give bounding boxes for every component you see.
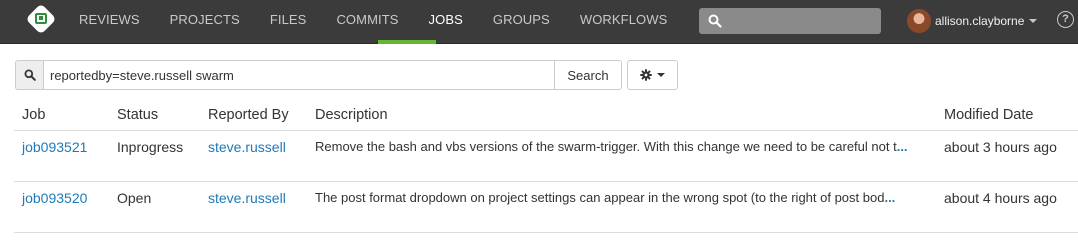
chevron-down-icon: [657, 73, 665, 77]
header-modified-date[interactable]: Modified Date: [936, 100, 1078, 131]
nav-item-projects[interactable]: PROJECTS: [155, 0, 255, 40]
header-job[interactable]: Job: [14, 100, 109, 131]
top-nav: REVIEWS PROJECTS FILES COMMITS JOBS GROU…: [0, 0, 1078, 44]
nav-item-files[interactable]: FILES: [255, 0, 322, 40]
nav-item-workflows[interactable]: WORKFLOWS: [565, 0, 683, 40]
job-cell: job093521: [14, 130, 109, 182]
chevron-down-icon: [1029, 19, 1038, 23]
table-row: job093521 Inprogress steve.russell Remov…: [14, 130, 1078, 182]
description-text: The post format dropdown on project sett…: [315, 189, 885, 205]
table-row: job093520 Open steve.russell The post fo…: [14, 181, 1078, 233]
global-search-input[interactable]: [699, 8, 881, 34]
description-more-link[interactable]: ...: [897, 139, 908, 154]
header-reported-by[interactable]: Reported By: [200, 100, 307, 131]
user-menu[interactable]: allison.clayborne: [907, 8, 1038, 34]
search-addon: [15, 60, 43, 90]
help-icon[interactable]: ?: [1057, 11, 1074, 28]
active-tab-indicator: [378, 40, 436, 44]
job-search-input[interactable]: [43, 60, 555, 90]
status-cell: Inprogress: [109, 130, 200, 182]
modified-cell: about 3 hours ago: [936, 130, 1078, 182]
avatar: [907, 9, 931, 33]
description-cell: Remove the bash and vbs versions of the …: [307, 130, 936, 182]
search-button[interactable]: Search: [555, 60, 622, 90]
header-description[interactable]: Description: [307, 100, 936, 131]
search-icon: [708, 14, 722, 28]
reporter-cell: steve.russell: [200, 181, 307, 233]
description-cell: The post format dropdown on project sett…: [307, 181, 936, 233]
reporter-link[interactable]: steve.russell: [208, 139, 286, 155]
description-more-link[interactable]: ...: [884, 190, 895, 205]
job-link[interactable]: job093520: [22, 190, 87, 206]
reporter-link[interactable]: steve.russell: [208, 190, 286, 206]
nav-item-groups[interactable]: GROUPS: [478, 0, 565, 40]
swarm-logo-dot: [39, 16, 43, 20]
jobs-table: Job Status Reported By Description Modif…: [14, 100, 1078, 233]
job-search-bar: Search: [15, 60, 622, 90]
reporter-cell: steve.russell: [200, 130, 307, 182]
nav-item-commits[interactable]: COMMITS: [321, 0, 413, 40]
job-link[interactable]: job093521: [22, 139, 87, 155]
nav-item-reviews[interactable]: REVIEWS: [64, 0, 155, 40]
modified-cell: about 4 hours ago: [936, 181, 1078, 233]
gear-icon: [640, 69, 652, 81]
settings-dropdown-button[interactable]: [627, 60, 678, 90]
username: allison.clayborne: [935, 14, 1025, 28]
header-status[interactable]: Status: [109, 100, 200, 131]
job-cell: job093520: [14, 181, 109, 233]
status-cell: Open: [109, 181, 200, 233]
table-header-row: Job Status Reported By Description Modif…: [14, 100, 1078, 131]
nav-item-jobs[interactable]: JOBS: [414, 0, 478, 40]
nav-links: REVIEWS PROJECTS FILES COMMITS JOBS GROU…: [64, 0, 682, 44]
search-icon: [24, 69, 36, 81]
description-text: Remove the bash and vbs versions of the …: [315, 138, 897, 154]
